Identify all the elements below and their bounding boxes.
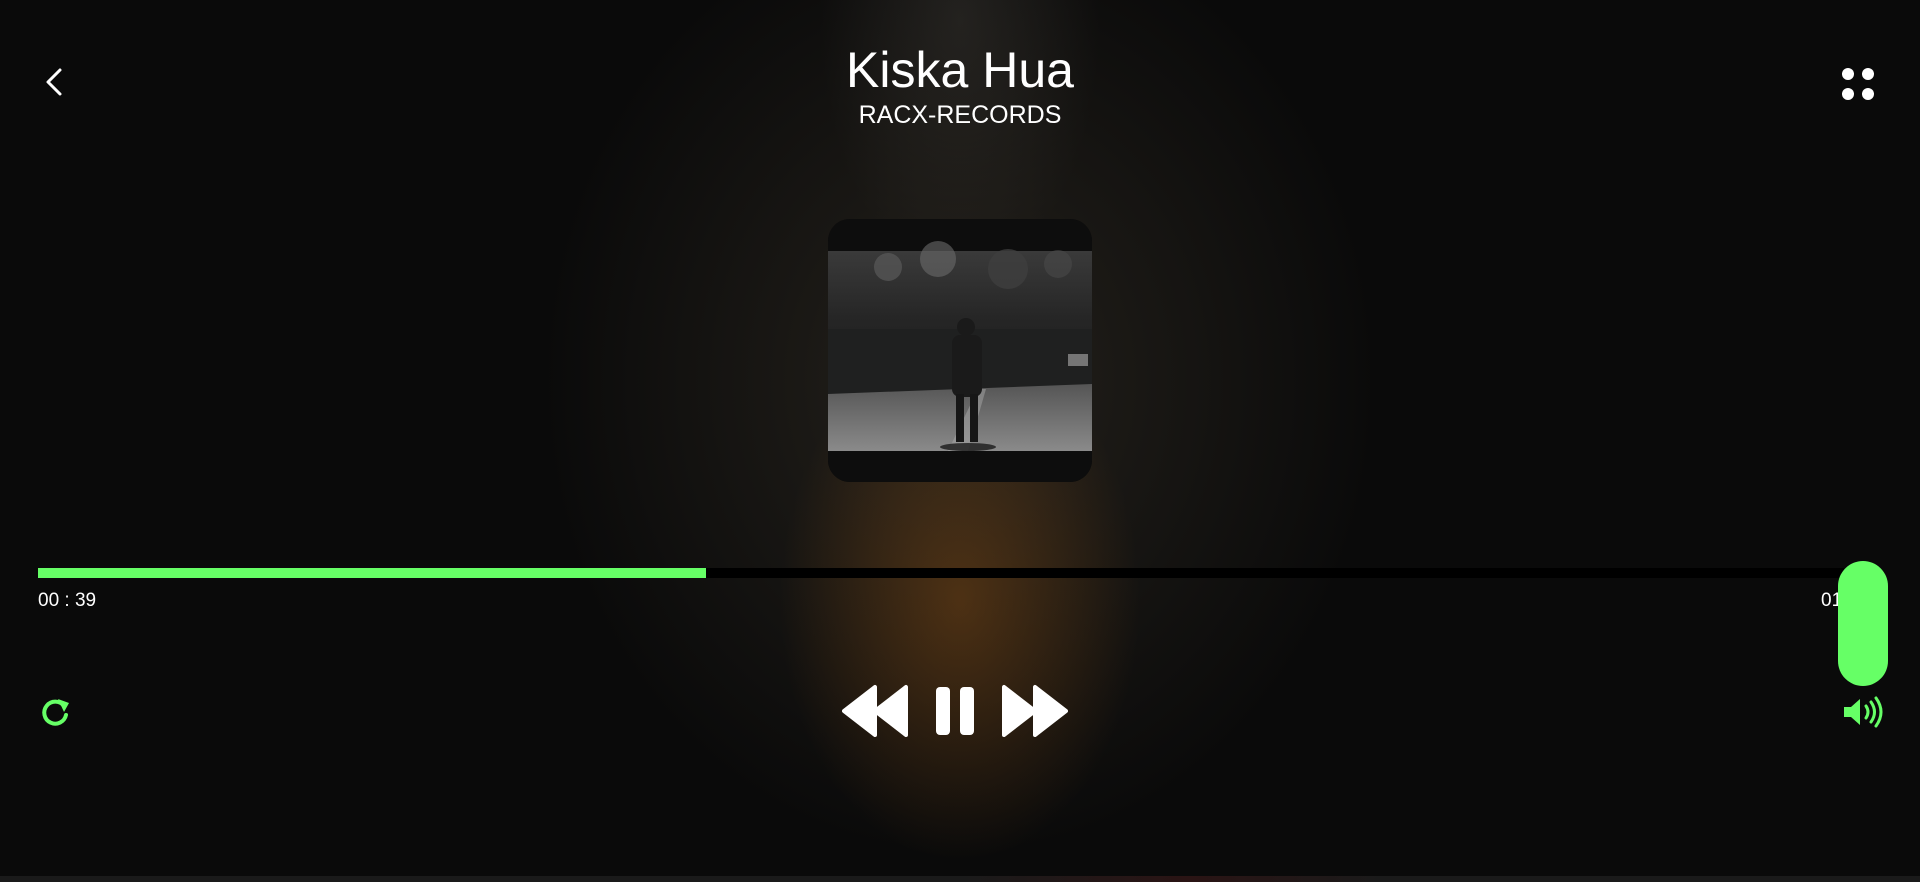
volume-slider-thumb[interactable] <box>1838 561 1888 686</box>
previous-button[interactable] <box>842 683 908 739</box>
window-bottom-edge <box>0 876 1920 882</box>
fast-forward-icon <box>1002 685 1068 737</box>
seek-bar[interactable] <box>38 568 1844 578</box>
repeat-icon <box>42 699 69 726</box>
track-header: Kiska Hua RACX-RECORDS <box>0 40 1920 130</box>
track-artist: RACX-RECORDS <box>858 101 1062 129</box>
rewind-icon <box>842 685 908 737</box>
pause-icon <box>936 687 974 735</box>
menu-button[interactable] <box>1838 64 1878 104</box>
seek-bar-progress <box>38 568 707 578</box>
next-button[interactable] <box>1002 683 1068 739</box>
album-cover <box>828 219 1092 482</box>
current-time: 00 : 39 <box>38 590 97 611</box>
track-title: Kiska Hua <box>846 42 1074 98</box>
music-player: Kiska Hua RACX-RECORDS 00: 39 01 <box>0 0 1920 882</box>
album-art <box>828 219 1092 482</box>
repeat-button[interactable] <box>38 695 72 729</box>
pause-button[interactable] <box>934 683 976 739</box>
volume-high-icon <box>1844 696 1883 728</box>
grid-dots-icon <box>1842 68 1874 100</box>
playback-controls <box>842 683 1072 739</box>
volume-button[interactable] <box>1842 695 1884 729</box>
